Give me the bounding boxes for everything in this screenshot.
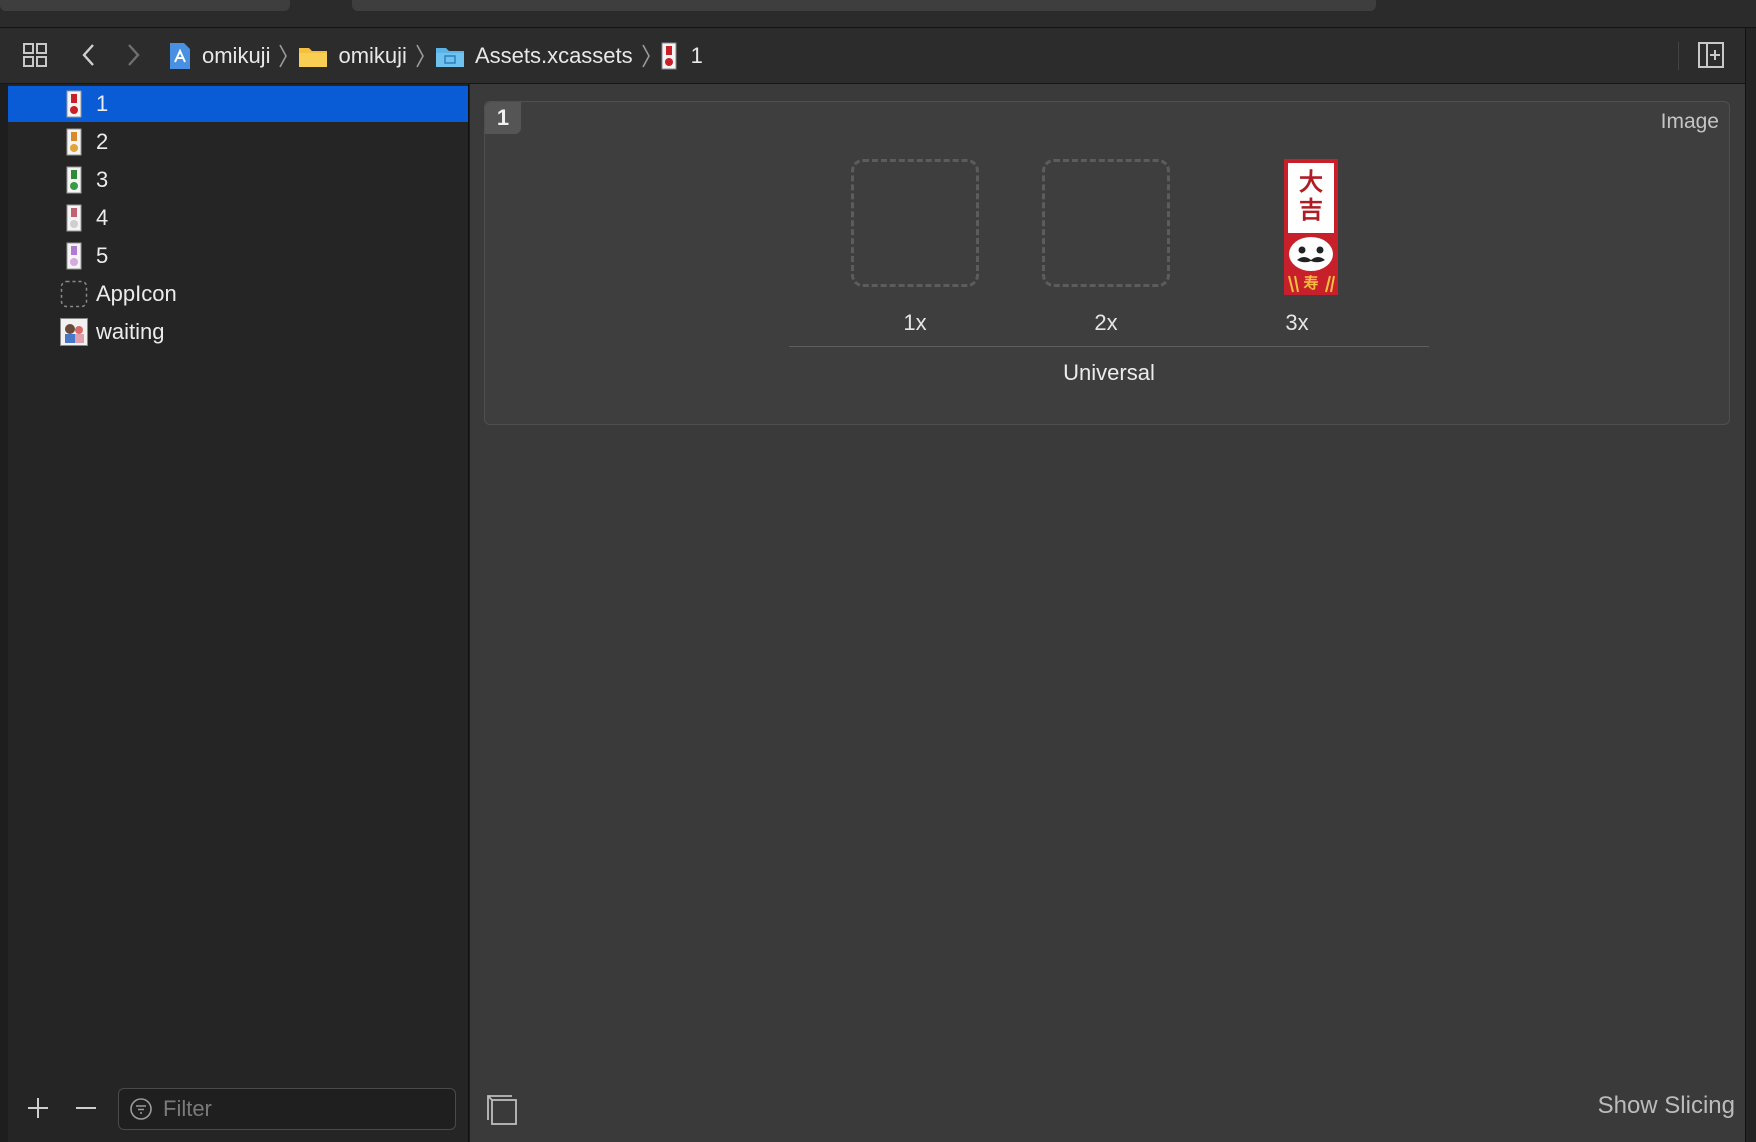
chevron-right-icon xyxy=(415,43,425,69)
show-inspector-icon[interactable] xyxy=(484,1092,518,1126)
list-item[interactable]: 1 xyxy=(8,86,468,122)
omikuji-glyph: 大 xyxy=(1299,168,1323,196)
breadcrumb-project[interactable]: omikuji xyxy=(168,42,270,70)
list-item-label: 4 xyxy=(96,205,109,230)
add-icon[interactable] xyxy=(24,1094,52,1122)
breadcrumb-image-set[interactable]: 1 xyxy=(661,42,703,70)
window-tab[interactable] xyxy=(0,0,290,11)
window-right-edge xyxy=(1745,28,1756,1142)
list-item-label: 1 xyxy=(96,91,109,116)
list-item-label: 2 xyxy=(96,129,109,154)
device-group-label: Universal xyxy=(1063,360,1155,385)
related-items-icon[interactable] xyxy=(20,40,50,70)
chevron-right-icon xyxy=(641,43,651,69)
list-item[interactable]: 2 xyxy=(8,124,468,160)
asset-catalog-icon xyxy=(435,44,465,68)
breadcrumb: omikuji omikuji Assets.xcassets 1 xyxy=(168,28,703,83)
show-slicing-button[interactable]: Show Slicing xyxy=(1598,1092,1735,1120)
app-icon-placeholder-icon xyxy=(60,280,88,308)
window-tab-strip xyxy=(0,0,1756,28)
slot-scale-label: 3x xyxy=(1285,310,1309,335)
breadcrumb-label: 1 xyxy=(690,42,703,68)
list-item-label: AppIcon xyxy=(96,281,177,306)
folder-icon xyxy=(298,44,328,68)
asset-list-sidebar: 1 2 3 4 5 AppIcon waiting xyxy=(8,84,469,1142)
list-item[interactable]: waiting xyxy=(8,314,468,350)
breadcrumb-label: Assets.xcassets xyxy=(474,42,633,68)
breadcrumb-asset-catalog[interactable]: Assets.xcassets xyxy=(435,43,633,69)
list-item[interactable]: 3 xyxy=(8,162,468,198)
filter-icon xyxy=(129,1097,153,1121)
add-editor-icon[interactable] xyxy=(1696,40,1726,70)
image-set-card: 1 Image 大 吉 寿 1x 2x 3x Universal xyxy=(484,101,1730,425)
omikuji-glyph: 吉 xyxy=(1299,196,1323,224)
slot-1x-drop-well[interactable] xyxy=(851,159,979,287)
breadcrumb-label: omikuji xyxy=(338,42,407,68)
image-set-icon xyxy=(60,204,88,232)
omikuji-glyph: 寿 xyxy=(1303,274,1318,292)
slot-scale-label: 2x xyxy=(1094,310,1118,335)
jump-bar: omikuji omikuji Assets.xcassets 1 xyxy=(0,28,1745,84)
slot-3x-image[interactable]: 大 吉 寿 xyxy=(1283,158,1339,296)
filter-field[interactable] xyxy=(118,1088,456,1130)
slot-2x-drop-well[interactable] xyxy=(1042,159,1170,287)
image-set-icon xyxy=(60,166,88,194)
window-tab[interactable] xyxy=(352,0,1376,11)
list-item-label: waiting xyxy=(96,319,165,344)
project-icon xyxy=(168,42,192,70)
group-divider xyxy=(789,346,1429,347)
image-set-name-badge: 1 xyxy=(485,102,521,134)
asset-editor: 1 Image 大 吉 寿 1x 2x 3x Universal Show Sl… xyxy=(470,84,1745,1142)
asset-type-label: Image xyxy=(1660,110,1719,133)
list-item-label: 3 xyxy=(96,167,109,192)
back-chevron-icon[interactable] xyxy=(74,40,104,70)
chevron-right-icon xyxy=(278,43,288,69)
remove-icon[interactable] xyxy=(72,1094,100,1122)
breadcrumb-label: omikuji xyxy=(202,42,271,68)
sidebar-footer xyxy=(8,1076,468,1142)
filter-input[interactable] xyxy=(161,1095,435,1123)
breadcrumb-folder[interactable]: omikuji xyxy=(298,42,407,69)
toolbar-divider xyxy=(1678,42,1679,70)
list-item[interactable]: 5 xyxy=(8,238,468,274)
image-thumbnail-icon xyxy=(60,318,88,346)
list-item[interactable]: 4 xyxy=(8,200,468,236)
forward-chevron-icon[interactable] xyxy=(118,40,148,70)
editor-footer: Show Slicing xyxy=(470,1078,1745,1142)
list-item[interactable]: AppIcon xyxy=(8,276,468,312)
image-set-icon xyxy=(60,90,88,118)
image-set-icon xyxy=(60,242,88,270)
slot-scale-label: 1x xyxy=(903,310,927,335)
list-item-label: 5 xyxy=(96,243,109,268)
image-set-icon xyxy=(661,42,677,70)
image-set-icon xyxy=(60,128,88,156)
